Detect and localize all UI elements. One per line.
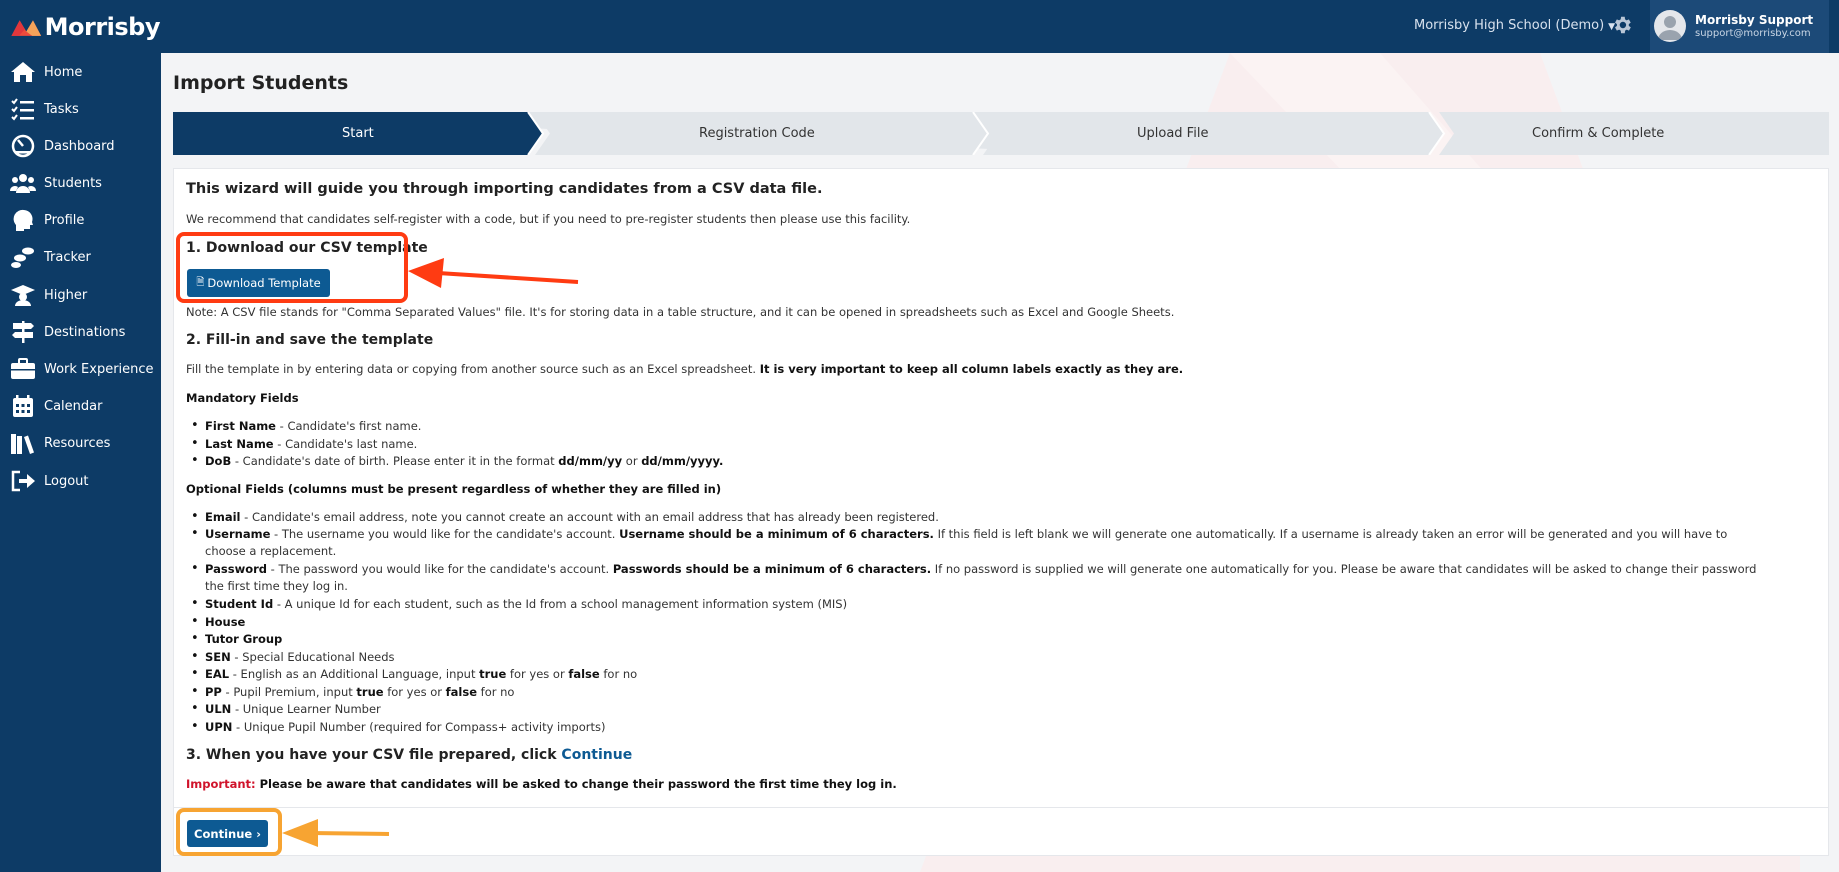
sidebar-item-label: Calendar	[44, 398, 103, 414]
step2-heading: 2. Fill-in and save the template	[186, 332, 434, 348]
list-item: Last Name - Candidate's last name.	[191, 436, 417, 451]
sidebar-item-label: Profile	[44, 212, 85, 228]
sidebar-item-home[interactable]: Home	[0, 56, 161, 88]
list-item: First Name - Candidate's first name.	[191, 418, 421, 433]
sidebar-item-label: Tracker	[44, 249, 91, 265]
step-upload-file: Upload File	[1137, 126, 1209, 141]
sidebar-item-label: Home	[44, 64, 83, 80]
morrisby-logo[interactable]: Morrisby	[10, 10, 161, 44]
sidebar-item-label: Students	[44, 175, 102, 191]
annotation-highlight-continue	[176, 808, 282, 856]
step-registration-code: Registration Code	[699, 126, 815, 141]
logout-icon	[8, 468, 38, 494]
intro-text: We recommend that candidates self-regist…	[186, 212, 911, 226]
briefcase-icon	[8, 356, 38, 382]
sidebar-item-label: Work Experience	[44, 361, 154, 377]
sidebar-item-resources[interactable]: Resources	[0, 427, 161, 459]
students-icon	[8, 170, 38, 196]
tasks-icon	[8, 96, 38, 122]
sidebar-item-label: Tasks	[44, 101, 79, 117]
important-notice: Important: Please be aware that candidat…	[186, 777, 897, 791]
import-wizard-card: This wizard will guide you through impor…	[173, 168, 1829, 856]
mandatory-heading: Mandatory Fields	[186, 391, 299, 405]
step-confirm-complete: Confirm & Complete	[1532, 126, 1665, 141]
school-selector[interactable]: Morrisby High School (Demo) ▼	[1414, 18, 1615, 33]
dashboard-icon	[8, 133, 38, 159]
sidebar-item-tasks[interactable]: Tasks	[0, 93, 161, 125]
list-item: Email - Candidate's email address, note …	[191, 509, 939, 524]
calendar-icon	[8, 393, 38, 419]
list-item: Password - The password you would like f…	[191, 560, 1765, 595]
page-title: Import Students	[173, 72, 349, 94]
sidebar-item-work-experience[interactable]: Work Experience	[0, 353, 161, 385]
user-email: support@morrisby.com	[1695, 28, 1811, 39]
graduation-cap-icon	[8, 282, 38, 308]
gear-icon[interactable]	[1611, 14, 1633, 36]
list-item: ULN - Unique Learner Number	[191, 701, 381, 716]
sidebar-item-higher[interactable]: Higher	[0, 279, 161, 311]
sidebar-item-students[interactable]: Students	[0, 167, 161, 199]
step-start: Start	[342, 126, 374, 141]
avatar[interactable]	[1654, 10, 1686, 42]
list-item: House	[191, 614, 245, 629]
list-item: PP - Pupil Premium, input true for yes o…	[191, 684, 514, 699]
sidebar-item-calendar[interactable]: Calendar	[0, 390, 161, 422]
sidebar-item-label: Higher	[44, 287, 88, 303]
step3-heading: 3. When you have your CSV file prepared,…	[186, 747, 633, 763]
sidebar-item-profile[interactable]: Profile	[0, 204, 161, 236]
optional-heading: Optional Fields (columns must be present…	[186, 482, 722, 496]
list-item: SEN - Special Educational Needs	[191, 649, 394, 664]
annotation-highlight-download	[176, 232, 408, 303]
list-item: Username - The username you would like f…	[191, 525, 1765, 560]
list-item: DoB - Candidate's date of birth. Please …	[191, 453, 723, 468]
intro-heading: This wizard will guide you through impor…	[186, 181, 823, 197]
books-icon	[8, 430, 38, 456]
signpost-icon	[8, 319, 38, 345]
tracker-icon	[8, 244, 38, 270]
sidebar-item-tracker[interactable]: Tracker	[0, 241, 161, 273]
sidebar-item-label: Logout	[44, 473, 89, 489]
school-name: Morrisby High School (Demo)	[1414, 18, 1605, 33]
continue-link[interactable]: Continue	[561, 747, 632, 763]
list-item: UPN - Unique Pupil Number (required for …	[191, 719, 606, 734]
sidebar-item-label: Resources	[44, 435, 111, 451]
profile-icon	[8, 207, 38, 233]
list-item: Tutor Group	[191, 631, 282, 646]
sidebar-item-label: Dashboard	[44, 138, 115, 154]
sidebar-item-destinations[interactable]: Destinations	[0, 316, 161, 348]
sidebar-item-dashboard[interactable]: Dashboard	[0, 130, 161, 162]
sidebar-item-label: Destinations	[44, 324, 126, 340]
user-name: Morrisby Support	[1695, 13, 1814, 27]
card-footer-divider	[174, 807, 1828, 808]
list-item: EAL - English as an Additional Language,…	[191, 666, 637, 681]
logo-text: Morrisby	[44, 13, 161, 41]
sidebar-item-logout[interactable]: Logout	[0, 465, 161, 497]
home-icon	[8, 59, 38, 85]
csv-note: Note: A CSV file stands for "Comma Separ…	[186, 305, 1175, 319]
list-item: Student Id - A unique Id for each studen…	[191, 596, 847, 611]
fill-instructions: Fill the template in by entering data or…	[186, 362, 1184, 376]
morrisby-logo-icon	[11, 20, 42, 36]
